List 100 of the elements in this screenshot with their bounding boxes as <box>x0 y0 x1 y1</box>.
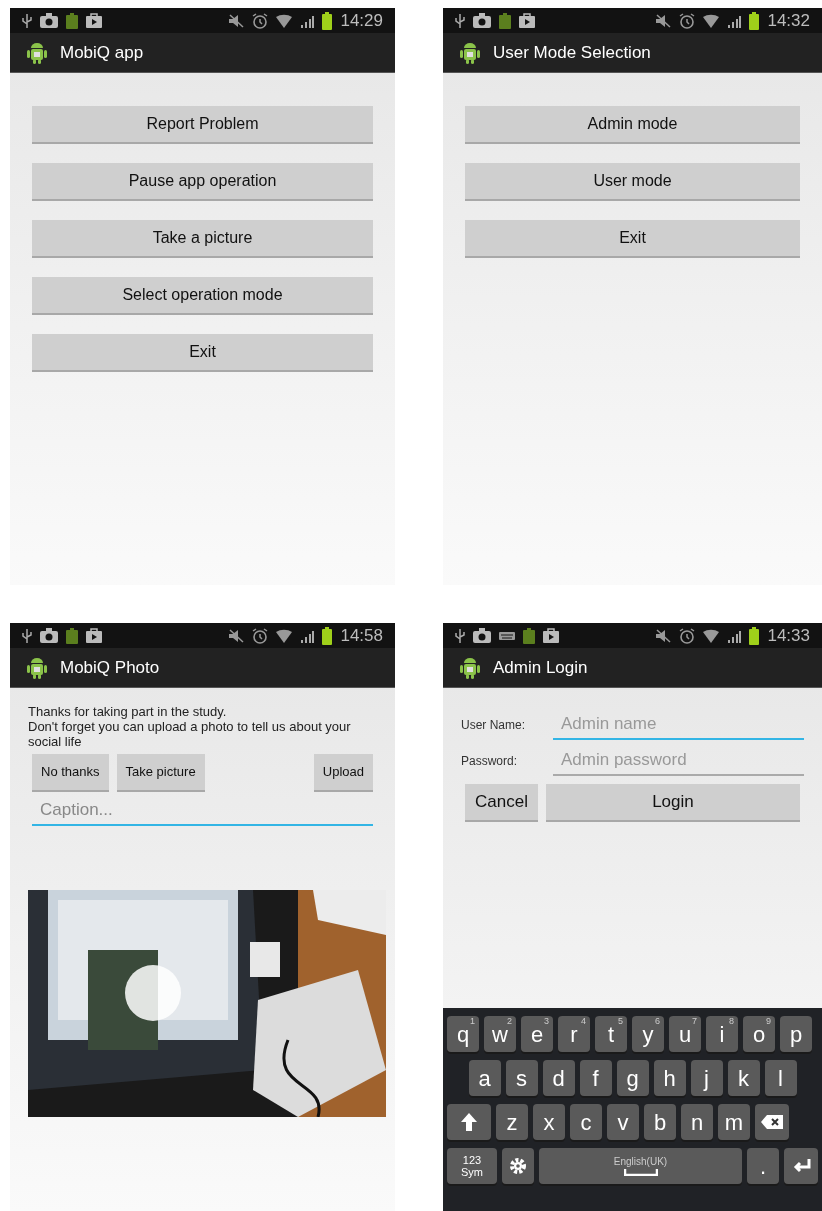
menu-button[interactable]: Admin mode <box>465 106 800 142</box>
caption-field[interactable]: Caption... <box>32 796 373 826</box>
shift-key[interactable] <box>447 1104 491 1140</box>
keyboard-key[interactable]: s <box>505 1060 538 1096</box>
key-letter: k <box>738 1064 749 1093</box>
keyboard-key[interactable]: b <box>644 1104 676 1140</box>
message-text: Thanks for taking part in the study. <box>28 704 228 719</box>
camera-icon <box>40 628 58 643</box>
key-letter: v <box>617 1108 629 1137</box>
menu-button[interactable]: Pause app operation <box>32 163 373 199</box>
keyboard-key[interactable]: c <box>570 1104 602 1140</box>
android-app-icon <box>26 655 48 680</box>
key-letter: r <box>570 1020 578 1049</box>
key-hint: 5 <box>618 1017 623 1026</box>
key-hint: 2 <box>507 1017 512 1026</box>
battery-icon <box>749 11 760 30</box>
keyboard-key[interactable]: x <box>533 1104 565 1140</box>
symbols-key[interactable]: 123 Sym <box>447 1148 497 1184</box>
keyboard-key[interactable]: p <box>780 1016 812 1052</box>
wifi-icon <box>276 628 293 643</box>
key-letter: g <box>626 1064 639 1093</box>
keyboard-key[interactable]: m <box>718 1104 750 1140</box>
key-letter: q <box>456 1020 470 1049</box>
android-app-icon <box>459 655 481 680</box>
key-hint: 8 <box>729 1017 734 1026</box>
space-key[interactable]: English(UK) <box>539 1148 742 1184</box>
battery-icon <box>749 626 760 645</box>
keyboard-key[interactable]: j <box>690 1060 723 1096</box>
key-hint: 6 <box>655 1017 660 1026</box>
action-button[interactable]: Upload <box>313 754 373 790</box>
wifi-icon <box>276 13 293 28</box>
screen-title: MobiQ Photo <box>60 656 160 679</box>
keyboard-key[interactable]: . <box>747 1148 779 1184</box>
keyboard-key[interactable]: l <box>764 1060 797 1096</box>
keyboard-key[interactable]: 8 i <box>706 1016 738 1052</box>
alarm-clock-icon <box>679 627 696 644</box>
keyboard-key[interactable]: z <box>496 1104 528 1140</box>
key-letter: z <box>506 1108 518 1137</box>
android-app-icon <box>459 40 481 65</box>
key-letter: s <box>516 1064 527 1093</box>
key-letter: x <box>543 1108 555 1137</box>
key-letter: w <box>492 1021 508 1049</box>
space-bar-icon <box>623 1168 658 1176</box>
message-text: Don't forget you can upload a photo to tell us about your social life <box>28 719 352 749</box>
battery-icon <box>322 11 333 30</box>
screen-title: User Mode Selection <box>493 41 651 64</box>
backspace-icon <box>761 1115 783 1129</box>
battery-icon <box>523 627 535 644</box>
key-letter: i <box>719 1020 725 1049</box>
battery-icon <box>66 12 78 29</box>
key-letter: o <box>752 1020 766 1049</box>
keyboard-key[interactable]: f <box>579 1060 612 1096</box>
keyboard-key[interactable]: h <box>653 1060 686 1096</box>
backspace-key[interactable] <box>755 1104 789 1140</box>
key-letter: m <box>724 1108 744 1137</box>
keyboard-key[interactable]: g <box>616 1060 649 1096</box>
key-letter: n <box>690 1108 704 1137</box>
text-field[interactable]: Admin password <box>553 746 804 776</box>
key-letter: f <box>592 1064 599 1093</box>
action-button[interactable]: Login <box>545 784 800 820</box>
action-button[interactable]: Cancel <box>465 784 538 820</box>
keyboard-key[interactable]: n <box>681 1104 713 1140</box>
menu-button[interactable]: Take a picture <box>32 220 373 256</box>
menu-button[interactable]: Exit <box>465 220 800 256</box>
menu-button[interactable]: User mode <box>465 163 800 199</box>
camera-icon <box>473 13 491 28</box>
keyboard-key[interactable]: a <box>468 1060 501 1096</box>
signal-icon <box>300 628 315 643</box>
usb-icon <box>22 12 32 29</box>
key-letter: c <box>580 1108 592 1137</box>
screen-title: Admin Login <box>493 656 588 679</box>
camera-icon <box>40 13 58 28</box>
mute-icon <box>655 628 672 643</box>
keyboard-key[interactable]: d <box>542 1060 575 1096</box>
field-label: Password: <box>461 753 519 770</box>
keyboard-key[interactable]: v <box>607 1104 639 1140</box>
key-hint: 3 <box>544 1017 549 1026</box>
mute-icon <box>228 13 245 28</box>
menu-button[interactable]: Exit <box>32 334 373 370</box>
key-letter: t <box>607 1020 615 1049</box>
settings-key[interactable] <box>502 1148 534 1184</box>
enter-key[interactable] <box>784 1148 818 1184</box>
action-button[interactable]: No thanks <box>32 754 109 790</box>
key-letter: u <box>678 1020 692 1049</box>
text-field[interactable]: Admin name <box>553 710 804 740</box>
key-letter: d <box>552 1064 565 1093</box>
keyboard-key[interactable]: k <box>727 1060 760 1096</box>
key-letter: h <box>663 1064 676 1093</box>
alarm-clock-icon <box>252 627 269 644</box>
key-hint: 9 <box>766 1017 771 1026</box>
alarm-clock-icon <box>252 12 269 29</box>
battery-icon <box>499 12 511 29</box>
action-button[interactable]: Take picture <box>116 754 205 790</box>
menu-button[interactable]: Report Problem <box>32 106 373 142</box>
clock-time: 14:33 <box>767 627 810 644</box>
shopping-bag-icon <box>86 628 102 643</box>
key-hint: 4 <box>581 1017 586 1026</box>
shopping-bag-icon <box>519 13 535 28</box>
menu-button[interactable]: Select operation mode <box>32 277 373 313</box>
mute-icon <box>655 13 672 28</box>
